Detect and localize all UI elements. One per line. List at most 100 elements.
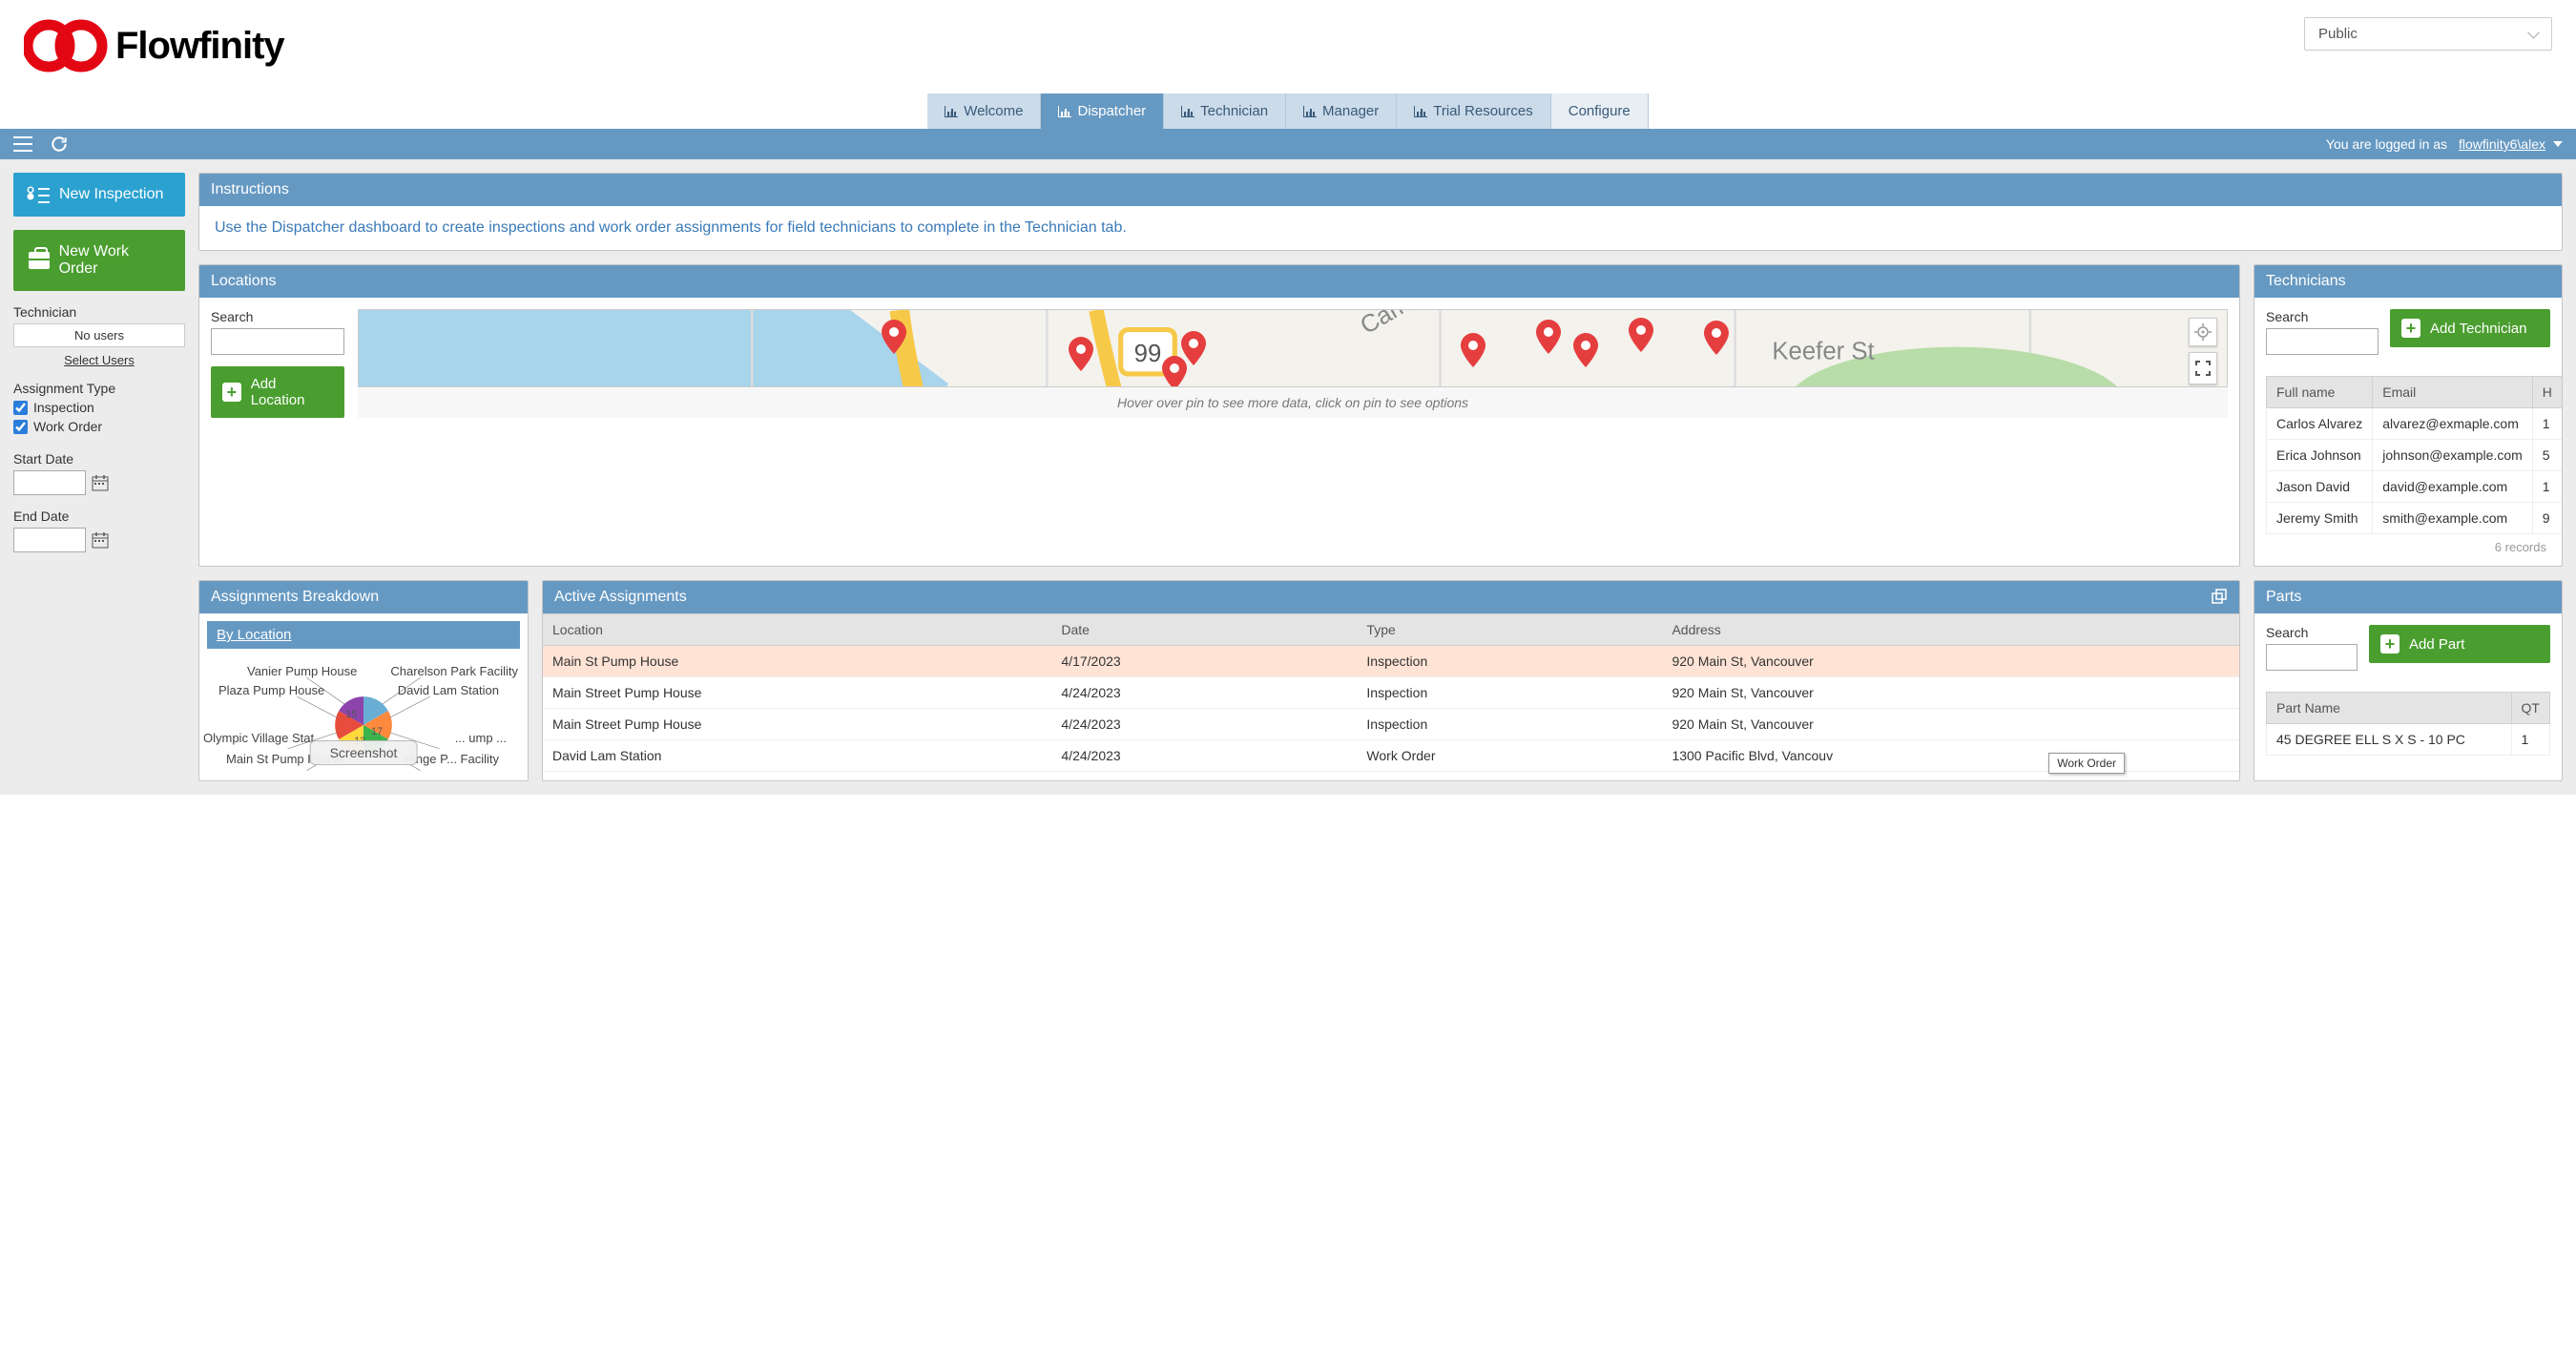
user-bar: You are logged in as flowfinity6\alex	[0, 129, 2576, 159]
table-row[interactable]: Main St Pump House4/17/2023Inspection920…	[543, 646, 2239, 677]
svg-text:99: 99	[1134, 341, 1162, 367]
briefcase-icon	[29, 252, 50, 269]
tab-dispatcher[interactable]: Dispatcher	[1041, 93, 1164, 129]
tab-welcome[interactable]: Welcome	[927, 93, 1041, 129]
locations-header: Locations	[199, 265, 2239, 298]
tab-manager[interactable]: Manager	[1286, 93, 1397, 129]
parts-table: Part NameQT 45 DEGREE ELL S X S - 10 PC1	[2266, 692, 2550, 756]
table-row[interactable]: David Lam Station4/24/2023Work Order1300…	[543, 740, 2239, 772]
calendar-icon[interactable]	[92, 531, 109, 549]
inspection-checkbox[interactable]	[13, 401, 28, 415]
instructions-panel: Instructions Use the Dispatcher dashboar…	[198, 173, 2563, 251]
brand-text: Flowfinity	[115, 25, 284, 68]
table-row[interactable]: 45 DEGREE ELL S X S - 10 PC1	[2267, 724, 2550, 756]
parts-header: Parts	[2254, 581, 2562, 613]
breakdown-header: Assignments Breakdown	[199, 581, 528, 613]
add-location-button[interactable]: +Add Location	[211, 366, 344, 418]
brand-logo: Flowfinity	[24, 17, 284, 74]
technicians-panel: Technicians Search +Add Technician Full …	[2254, 264, 2563, 567]
map-pin[interactable]	[1461, 333, 1485, 367]
map-pin[interactable]	[1629, 318, 1653, 352]
refresh-icon[interactable]	[50, 135, 69, 154]
table-row[interactable]: Carlos Alvarezalvarez@exmaple.com1	[2267, 408, 2563, 440]
breakdown-chart: 15 13 17 Vanier Pump House Plaza Pump Ho…	[199, 656, 528, 780]
map-locate-button[interactable]	[2189, 318, 2217, 346]
svg-text:15: 15	[345, 709, 357, 720]
active-table: LocationDateTypeAddress Main St Pump Hou…	[543, 613, 2239, 772]
tooltip: Work Order	[2048, 753, 2125, 774]
technicians-table: Full nameEmailH Carlos Alvarezalvarez@ex…	[2266, 376, 2563, 534]
plus-icon: +	[222, 383, 241, 402]
chart-icon	[1058, 106, 1071, 117]
locations-search-label: Search	[211, 309, 344, 324]
add-technician-button[interactable]: +Add Technician	[2390, 309, 2550, 347]
technicians-search-label: Search	[2266, 309, 2379, 324]
tab-configure[interactable]: Configure	[1551, 93, 1649, 129]
instructions-text: Use the Dispatcher dashboard to create i…	[199, 206, 2562, 250]
new-work-order-button[interactable]: New Work Order	[13, 230, 185, 291]
locations-panel: Locations Search +Add Location	[198, 264, 2240, 567]
calendar-icon[interactable]	[92, 474, 109, 491]
start-date-label: Start Date	[13, 451, 185, 467]
instructions-header: Instructions	[199, 174, 2562, 206]
work-order-checkbox-row[interactable]: Work Order	[13, 419, 185, 434]
end-date-label: End Date	[13, 508, 185, 524]
chart-icon	[945, 106, 958, 117]
active-assignments-panel: Active Assignments LocationDateTypeAddre…	[542, 580, 2240, 781]
screenshot-overlay: Screenshot	[310, 740, 418, 765]
logo-icon	[24, 17, 108, 74]
main-tabs: Welcome Dispatcher Technician Manager Tr…	[0, 93, 2576, 129]
table-row[interactable]: Erica Johnsonjohnson@example.com5	[2267, 440, 2563, 471]
list-icon	[29, 186, 50, 203]
public-dropdown[interactable]: Public	[2304, 17, 2552, 51]
technician-value: No users	[13, 323, 185, 347]
inspection-checkbox-row[interactable]: Inspection	[13, 400, 185, 415]
locations-search-input[interactable]	[211, 328, 344, 355]
map-pin[interactable]	[882, 320, 906, 354]
active-header: Active Assignments	[543, 581, 2239, 613]
table-row[interactable]: Main Street Pump House4/24/2023Inspectio…	[543, 709, 2239, 740]
map[interactable]: 99 Kitsilano Beach Brokers Bay FAIRVIEW …	[358, 309, 2228, 387]
breakdown-tab-by-location[interactable]: By Location	[207, 621, 520, 649]
svg-text:17: 17	[371, 726, 383, 737]
map-pin[interactable]	[1704, 321, 1729, 355]
table-row[interactable]: Jeremy Smithsmith@example.com9	[2267, 503, 2563, 534]
expand-icon[interactable]	[2211, 589, 2228, 606]
tab-technician[interactable]: Technician	[1164, 93, 1286, 129]
new-inspection-button[interactable]: New Inspection	[13, 173, 185, 217]
technicians-header: Technicians	[2254, 265, 2562, 298]
username-link: flowfinity6\alex	[2459, 136, 2545, 152]
end-date-input[interactable]	[13, 528, 86, 552]
table-row[interactable]: Main Street Pump House4/24/2023Inspectio…	[543, 677, 2239, 709]
parts-search-input[interactable]	[2266, 644, 2358, 671]
work-order-checkbox[interactable]	[13, 420, 28, 434]
add-part-button[interactable]: +Add Part	[2369, 625, 2550, 663]
parts-panel: Parts Search +Add Part Part NameQT 45 DE…	[2254, 580, 2563, 781]
technicians-records: 6 records	[2266, 534, 2550, 554]
plus-icon: +	[2401, 319, 2420, 338]
map-pin[interactable]	[1573, 333, 1598, 367]
plus-icon: +	[2380, 634, 2399, 654]
caret-down-icon	[2553, 141, 2563, 147]
parts-search-label: Search	[2266, 625, 2358, 640]
tab-trial-resources[interactable]: Trial Resources	[1397, 93, 1550, 129]
map-pin[interactable]	[1536, 320, 1561, 354]
menu-icon[interactable]	[13, 136, 32, 152]
map-pin[interactable]	[1069, 337, 1093, 371]
map-bg: 99 Kitsilano Beach Brokers Bay FAIRVIEW …	[359, 310, 2227, 387]
map-pin[interactable]	[1162, 356, 1187, 387]
map-hint: Hover over pin to see more data, click o…	[358, 387, 2228, 418]
assignment-type-label: Assignment Type	[13, 381, 185, 396]
table-row[interactable]: Jason Daviddavid@example.com1	[2267, 471, 2563, 503]
chart-icon	[1303, 106, 1317, 117]
breakdown-panel: Assignments Breakdown By Location	[198, 580, 529, 781]
user-menu[interactable]: You are logged in as flowfinity6\alex	[2326, 136, 2563, 152]
sidebar: New Inspection New Work Order Technician…	[13, 173, 185, 552]
technicians-search-input[interactable]	[2266, 328, 2379, 355]
chart-icon	[1414, 106, 1427, 117]
chart-icon	[1181, 106, 1195, 117]
start-date-input[interactable]	[13, 470, 86, 495]
map-fullscreen-button[interactable]	[2189, 352, 2217, 384]
select-users-link[interactable]: Select Users	[13, 353, 185, 367]
svg-text:Keefer St: Keefer St	[1772, 339, 1874, 365]
